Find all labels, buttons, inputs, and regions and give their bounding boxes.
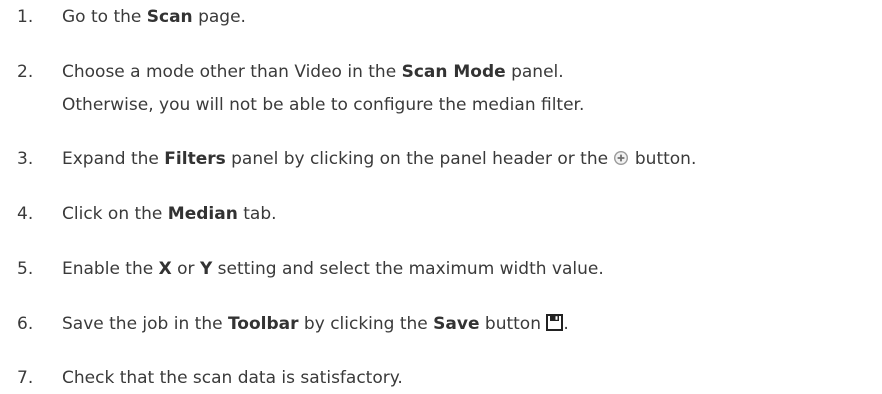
bold-term: Toolbar [227,314,299,334]
text-run: tab. [237,204,277,224]
step-text: Check that the scan data is satisfactory… [62,367,403,390]
step-number: 3. [17,149,34,169]
step-number: 4. [17,204,34,224]
text-run: button [479,314,547,334]
text-run: panel by clicking on the panel header or… [225,149,614,169]
step-text: Save the job in the Toolbar by clicking … [62,313,569,338]
step-text: Expand the Filters panel by clicking on … [62,148,696,173]
text-run: page. [192,7,246,27]
step-note: Otherwise, you will not be able to confi… [62,95,585,115]
text-run: Enable the [62,259,159,279]
bold-term: Filters [164,149,226,169]
text-run: setting and select the maximum width val… [212,259,604,279]
text-run: Choose a mode other than Video in the [62,62,402,82]
step-text: Enable the X or Y setting and select the… [62,258,604,281]
step-text: Go to the Scan page. [62,6,246,29]
text-run: or [171,259,200,279]
step-number: 1. [17,7,34,27]
text-run: Save the job in the [62,314,228,334]
step-number: 7. [17,368,34,388]
instruction-steps: 1. Go to the Scan page. 2. Choose a mode… [0,0,882,394]
bold-term: Y [199,259,213,279]
text-run: Click on the [62,204,168,224]
text-run: Go to the [62,7,147,27]
save-floppy-icon [546,314,564,338]
text-run: panel. [505,62,564,82]
bold-term: Save [433,314,480,334]
step-number: 2. [17,62,34,82]
expand-plus-circle-icon [613,150,629,173]
step-number: 5. [17,259,34,279]
bold-term: Scan [146,7,193,27]
bold-term: X [158,259,172,279]
text-run: . [563,314,569,334]
text-run: button. [629,149,697,169]
text-run: Check that the scan data is satisfactory… [62,368,403,388]
text-run: by clicking the [298,314,434,334]
step-number: 6. [17,314,34,334]
text-run: Expand the [62,149,165,169]
step-text: Choose a mode other than Video in the Sc… [62,61,584,117]
bold-term: Scan Mode [401,62,506,82]
step-text: Click on the Median tab. [62,203,277,226]
bold-term: Median [167,204,238,224]
